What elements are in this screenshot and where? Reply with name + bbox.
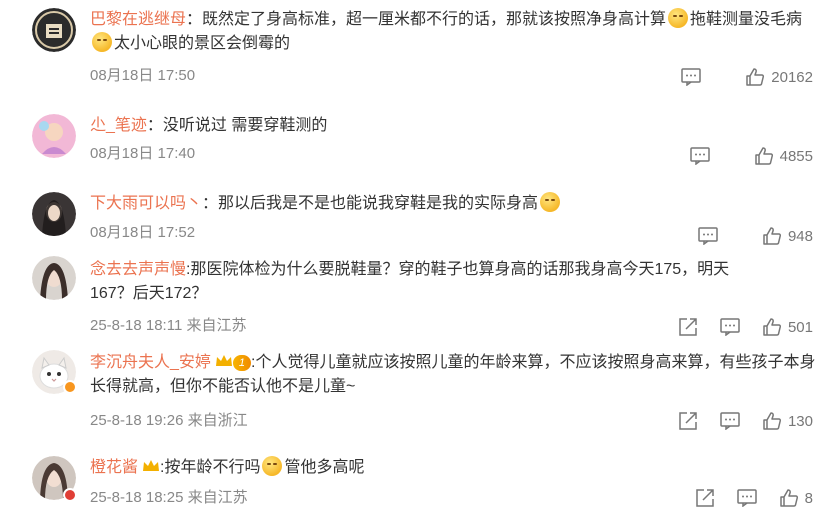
- username-link[interactable]: 李沉舟夫人_安婷: [90, 354, 211, 371]
- like-button[interactable]: 8: [779, 488, 813, 508]
- smile-emoji: [92, 32, 112, 52]
- like-icon: [763, 227, 781, 245]
- comment-actions: 20162: [659, 66, 813, 88]
- share-icon: [679, 412, 697, 430]
- smile-emoji: [668, 8, 689, 28]
- username-link[interactable]: 念去去声声慢: [90, 261, 186, 278]
- like-count: 20162: [771, 68, 813, 86]
- smile-emoji: [262, 456, 283, 476]
- like-count: 4855: [779, 147, 813, 165]
- comment-text: 念去去声声慢:那医院体检为什么要脱鞋量？穿的鞋子也算身高的话那我身高今天175，…: [90, 258, 765, 306]
- comment-time: 25-8-18 18:25 来自江苏: [90, 489, 248, 506]
- avatar[interactable]: [32, 192, 76, 236]
- comment-button[interactable]: [689, 147, 710, 165]
- comment-actions: 130: [656, 410, 813, 432]
- username-link[interactable]: 下大雨可以吗丶: [90, 195, 202, 212]
- comment-icon: [736, 489, 757, 507]
- comment-button[interactable]: [736, 489, 757, 507]
- like-button[interactable]: 4855: [754, 146, 813, 166]
- comment-icon: [689, 147, 710, 165]
- like-button[interactable]: 130: [762, 411, 813, 431]
- verified-badge: [63, 380, 77, 394]
- comment-icon: [720, 318, 740, 336]
- like-icon: [779, 489, 798, 507]
- comment-body: :按年龄不行吗: [160, 459, 261, 476]
- share-icon: [679, 318, 697, 336]
- crown-icon: [215, 355, 232, 366]
- like-count: 501: [787, 318, 813, 336]
- username-link[interactable]: 橙花酱: [90, 459, 138, 476]
- avatar[interactable]: [32, 114, 76, 158]
- comment-text: 巴黎在逃继母：既然定了身高标准，超一厘米都不行的话，那就该按照净身高计算 拖鞋测量…: [90, 8, 811, 56]
- comment-icon: [720, 412, 740, 430]
- username-link[interactable]: 巴黎在逃继母: [90, 11, 186, 28]
- comment-body: ：那以后我是不是也能说我穿鞋是我的实际身高: [202, 195, 539, 212]
- like-icon: [763, 318, 781, 336]
- comment-body-end: 太小心眼的景区会倒霉的: [114, 35, 291, 52]
- comment-button[interactable]: [681, 68, 702, 86]
- crown-icon: [143, 460, 160, 471]
- comment-text: 李沉舟夫人_安婷 1:个人觉得儿童就应该按照儿童的年龄来算，不应该按照身高来算，有…: [90, 351, 817, 399]
- comment-actions: 8: [673, 487, 813, 509]
- username-link[interactable]: 尐_笔迹: [90, 117, 147, 134]
- comment-time: 08月18日 17:40: [90, 145, 196, 162]
- comment-actions: 4855: [668, 145, 813, 167]
- like-count: 130: [787, 412, 813, 430]
- comment-time: 25-8-18 18:11 来自江苏: [90, 317, 247, 334]
- comment-icon: [681, 68, 702, 86]
- like-count: 8: [804, 489, 813, 507]
- comment-time: 08月18日 17:50: [90, 67, 196, 84]
- like-icon: [763, 412, 781, 430]
- comment-body-cont: 拖鞋测量没毛病: [690, 11, 803, 28]
- comment-body-cont: 管他多高呢: [284, 459, 365, 476]
- level-badge: 1: [232, 355, 252, 371]
- comment-text: 橙花酱 :按年龄不行吗 管他多高呢: [90, 456, 811, 480]
- share-button[interactable]: [678, 317, 698, 337]
- comment-time: 08月18日 17:52: [90, 224, 196, 241]
- verified-badge: [63, 488, 77, 502]
- comment-actions: 948: [676, 225, 813, 247]
- comment-body: :那医院体检为什么要脱鞋量？穿的鞋子也算身高的话那我身高今天175，明天167？…: [90, 261, 730, 302]
- comment-text: 下大雨可以吗丶：那以后我是不是也能说我穿鞋是我的实际身高: [90, 192, 811, 216]
- comment-body: ：既然定了身高标准，超一厘米都不行的话，那就该按照净身高计算: [186, 11, 667, 28]
- comment-icon: [698, 227, 718, 245]
- comment-text: 尐_笔迹：没听说过 需要穿鞋测的: [90, 114, 811, 138]
- avatar[interactable]: [32, 256, 76, 300]
- like-count: 948: [787, 227, 813, 245]
- comment-body: ：没听说过 需要穿鞋测的: [146, 117, 328, 134]
- comment-button[interactable]: [720, 318, 740, 336]
- share-button[interactable]: [695, 488, 715, 508]
- avatar[interactable]: [32, 8, 76, 52]
- like-icon: [746, 68, 765, 86]
- share-icon: [695, 489, 714, 507]
- smile-emoji: [540, 192, 561, 212]
- comment-button[interactable]: [698, 227, 718, 245]
- like-button[interactable]: 948: [762, 226, 813, 246]
- like-button[interactable]: 20162: [745, 67, 813, 87]
- comment-time: 25-8-18 19:26 来自浙江: [90, 412, 248, 429]
- comment-button[interactable]: [720, 412, 740, 430]
- like-icon: [754, 147, 773, 165]
- share-button[interactable]: [678, 411, 698, 431]
- like-button[interactable]: 501: [762, 317, 813, 337]
- comment-actions: 501: [656, 316, 813, 338]
